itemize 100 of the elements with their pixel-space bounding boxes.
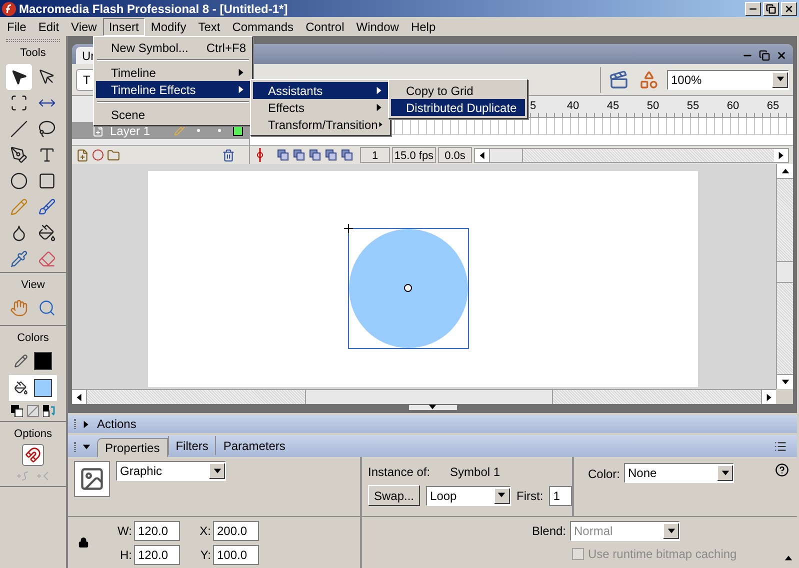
dropdown-arrow-icon xyxy=(497,491,506,500)
menu-item[interactable]: Timeline xyxy=(96,64,250,81)
rectangle-icon[interactable] xyxy=(38,172,56,190)
dimension-field[interactable]: 120.0 xyxy=(134,544,180,564)
lasso-icon[interactable] xyxy=(38,120,56,138)
swap-colors-icon[interactable] xyxy=(43,404,55,416)
menu-item[interactable]: Timeline Effects xyxy=(96,81,250,98)
menu-bar-item[interactable]: File xyxy=(1,18,32,36)
collapse-panel-icon xyxy=(784,554,793,563)
help-icon[interactable] xyxy=(775,463,789,477)
scrollbar-thumb[interactable] xyxy=(489,148,523,162)
scrollbar-thumb[interactable] xyxy=(777,261,793,283)
onion-outline-icon[interactable] xyxy=(308,148,322,162)
menu-bar-item[interactable]: Text xyxy=(192,18,226,36)
frame-number: 40 xyxy=(566,98,580,114)
pointer-icon[interactable] xyxy=(38,68,56,86)
menu-bar-item[interactable]: Insert xyxy=(102,18,145,36)
center-frame-icon[interactable] xyxy=(276,148,290,162)
expand-arrow-icon xyxy=(82,443,91,452)
dimension-field[interactable]: 100.0 xyxy=(213,544,259,564)
minimize-button[interactable] xyxy=(745,2,761,16)
scrollbar-thumb[interactable] xyxy=(305,390,553,404)
close-icon[interactable] xyxy=(776,50,787,60)
lock-icon[interactable] xyxy=(78,537,89,548)
field-label: Y: xyxy=(200,546,211,564)
eraser-icon[interactable] xyxy=(38,250,56,268)
app-logo-icon xyxy=(2,2,16,16)
panel-tab[interactable]: Parameters xyxy=(215,436,292,455)
menu-bar-item[interactable]: View xyxy=(65,18,103,36)
transform-icon[interactable] xyxy=(10,94,28,112)
field-label: X: xyxy=(200,522,211,540)
restore-icon[interactable] xyxy=(759,50,770,60)
panel-tab[interactable]: Properties xyxy=(97,438,168,457)
add-folder-icon[interactable] xyxy=(107,148,120,162)
menu-item[interactable]: Distributed Duplicate xyxy=(391,99,525,116)
onion-markers-icon[interactable] xyxy=(340,148,354,162)
menu-item[interactable]: Transform/Transition xyxy=(253,116,388,133)
menu-item[interactable]: Assistants xyxy=(253,82,388,99)
color-select[interactable]: None xyxy=(624,463,734,483)
registration-point-icon xyxy=(403,283,413,293)
eyedropper-icon[interactable] xyxy=(10,250,28,268)
menu-bar-item[interactable]: Modify xyxy=(144,18,192,36)
fill-color-swatch[interactable] xyxy=(34,378,52,396)
add-guide-icon[interactable] xyxy=(92,149,104,161)
brush-icon[interactable] xyxy=(38,198,56,216)
elapsed-time: 0.0s xyxy=(438,147,472,163)
swap-button[interactable]: Swap... xyxy=(368,485,420,506)
stroke-color-swatch[interactable] xyxy=(34,352,52,370)
panel-header[interactable]: Actions xyxy=(68,415,797,433)
arrow-icon[interactable] xyxy=(10,68,28,86)
edit-symbols-icon[interactable] xyxy=(639,70,659,90)
timeline-scrollbar[interactable] xyxy=(474,148,789,162)
scroll-left-icon xyxy=(478,150,486,160)
restore-button[interactable] xyxy=(763,2,779,16)
vertical-scrollbar[interactable] xyxy=(776,164,793,389)
menu-item[interactable]: Effects xyxy=(253,99,388,116)
menu-bar-item[interactable]: Window xyxy=(350,18,405,36)
horizontal-scrollbar[interactable] xyxy=(72,389,776,404)
close-button[interactable] xyxy=(781,2,797,16)
scroll-left-icon xyxy=(74,392,84,402)
edit-multiple-frames-icon[interactable] xyxy=(324,148,338,162)
current-frame: 1 xyxy=(360,147,390,163)
text-icon[interactable] xyxy=(38,146,56,164)
playhead-icon[interactable] xyxy=(254,148,266,162)
magnet-icon[interactable] xyxy=(25,447,41,463)
ink-bottle-icon[interactable] xyxy=(10,224,28,242)
scroll-up-icon xyxy=(780,166,790,176)
frame-number: 65 xyxy=(766,98,780,114)
menu-bar-item[interactable]: Commands xyxy=(226,18,300,36)
menu-bar-item[interactable]: Help xyxy=(404,18,442,36)
menu-item[interactable]: Scene xyxy=(96,106,250,123)
menu-item[interactable]: Copy to Grid xyxy=(391,82,525,99)
dimension-field[interactable]: 200.0 xyxy=(213,520,259,540)
paint-bucket-icon[interactable] xyxy=(38,224,56,242)
first-field[interactable]: 1 xyxy=(549,486,572,506)
fill-icon xyxy=(14,380,28,394)
default-colors-icon[interactable] xyxy=(11,404,23,416)
line-icon[interactable] xyxy=(10,120,28,138)
frame-number: 50 xyxy=(646,98,660,114)
onion-skin-icon[interactable] xyxy=(292,148,306,162)
panel-menu-icon[interactable] xyxy=(774,440,787,453)
add-layer-icon[interactable] xyxy=(76,148,89,162)
no-color-icon[interactable] xyxy=(27,404,39,416)
symbol-type-select[interactable]: Graphic xyxy=(116,461,226,481)
field-label: H: xyxy=(120,546,132,564)
menu-bar-item[interactable]: Control xyxy=(300,18,350,36)
frame-number: 60 xyxy=(726,98,740,114)
zoom-select[interactable]: 100% xyxy=(667,70,789,90)
dimension-field[interactable]: 120.0 xyxy=(134,520,180,540)
collapse-handle[interactable] xyxy=(408,405,456,410)
zoom-icon[interactable] xyxy=(38,299,56,317)
trash-icon[interactable] xyxy=(222,148,235,162)
edit-scene-icon[interactable] xyxy=(609,70,629,90)
panel-tab[interactable]: Filters xyxy=(168,436,216,455)
pen-icon[interactable] xyxy=(10,146,28,164)
graphic-symbol-icon xyxy=(79,466,105,492)
menu-bar-item[interactable]: Edit xyxy=(32,18,66,36)
section-title: Tools xyxy=(20,46,46,61)
oval-icon[interactable] xyxy=(10,172,28,190)
loop-select[interactable]: Loop xyxy=(426,486,511,506)
